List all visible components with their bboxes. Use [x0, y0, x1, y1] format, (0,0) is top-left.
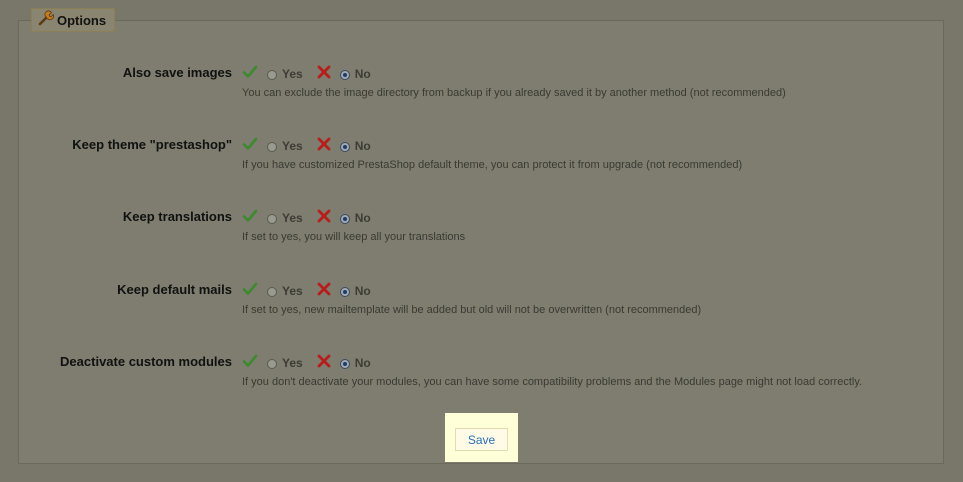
- option-row-save-images: Also save images Yes No You can exclude …: [0, 65, 963, 105]
- options-legend: Options: [31, 8, 116, 32]
- no-label: No: [354, 211, 371, 225]
- no-label: No: [354, 284, 371, 298]
- option-row-keep-mails: Keep default mails Yes No If set to yes,…: [0, 282, 963, 322]
- yes-no-toggle: Yes No: [242, 137, 371, 155]
- option-row-deactivate-modules: Deactivate custom modules Yes No If you …: [0, 354, 963, 394]
- option-label: Keep theme "prestashop": [72, 137, 232, 152]
- yes-label: Yes: [282, 284, 303, 298]
- radio-yes[interactable]: [267, 359, 277, 369]
- wrench-icon: [38, 10, 55, 31]
- cross-icon: [317, 209, 331, 228]
- option-label: Deactivate custom modules: [60, 354, 232, 369]
- radio-yes[interactable]: [267, 142, 277, 152]
- option-hint: If you don't deactivate your modules, yo…: [242, 376, 863, 388]
- radio-yes[interactable]: [267, 287, 277, 297]
- yes-no-toggle: Yes No: [242, 209, 371, 227]
- radio-no[interactable]: [339, 214, 350, 224]
- no-label: No: [354, 139, 371, 153]
- option-row-keep-translations: Keep translations Yes No If set to yes, …: [0, 209, 963, 249]
- option-hint: You can exclude the image directory from…: [242, 87, 786, 99]
- option-hint: If you have customized PrestaShop defaul…: [242, 159, 743, 171]
- legend-title: Options: [57, 12, 107, 28]
- yes-label: Yes: [282, 139, 303, 153]
- check-icon: [242, 353, 258, 374]
- yes-no-toggle: Yes No: [242, 282, 371, 300]
- radio-no[interactable]: [339, 142, 350, 152]
- yes-label: Yes: [282, 67, 303, 81]
- cross-icon: [317, 282, 331, 301]
- option-hint: If set to yes, new mailtemplate will be …: [242, 304, 702, 316]
- radio-yes[interactable]: [267, 214, 277, 224]
- cross-icon: [317, 137, 331, 156]
- yes-no-toggle: Yes No: [242, 354, 371, 372]
- cross-icon: [317, 354, 331, 373]
- yes-no-toggle: Yes No: [242, 65, 371, 83]
- option-row-keep-theme: Keep theme "prestashop" Yes No If you ha…: [0, 137, 963, 177]
- radio-no[interactable]: [339, 70, 350, 80]
- option-label: Keep translations: [122, 209, 232, 224]
- radio-yes[interactable]: [267, 70, 277, 80]
- check-icon: [242, 136, 258, 157]
- check-icon: [242, 64, 258, 85]
- save-button[interactable]: Save: [455, 428, 508, 451]
- cross-icon: [317, 65, 331, 84]
- check-icon: [242, 208, 258, 229]
- yes-label: Yes: [282, 356, 303, 370]
- option-label: Keep default mails: [117, 282, 232, 297]
- option-label: Also save images: [122, 65, 232, 80]
- check-icon: [242, 281, 258, 302]
- no-label: No: [354, 67, 371, 81]
- radio-no[interactable]: [339, 287, 350, 297]
- radio-no[interactable]: [339, 359, 350, 369]
- option-hint: If set to yes, you will keep all your tr…: [242, 231, 466, 243]
- yes-label: Yes: [282, 211, 303, 225]
- no-label: No: [354, 356, 371, 370]
